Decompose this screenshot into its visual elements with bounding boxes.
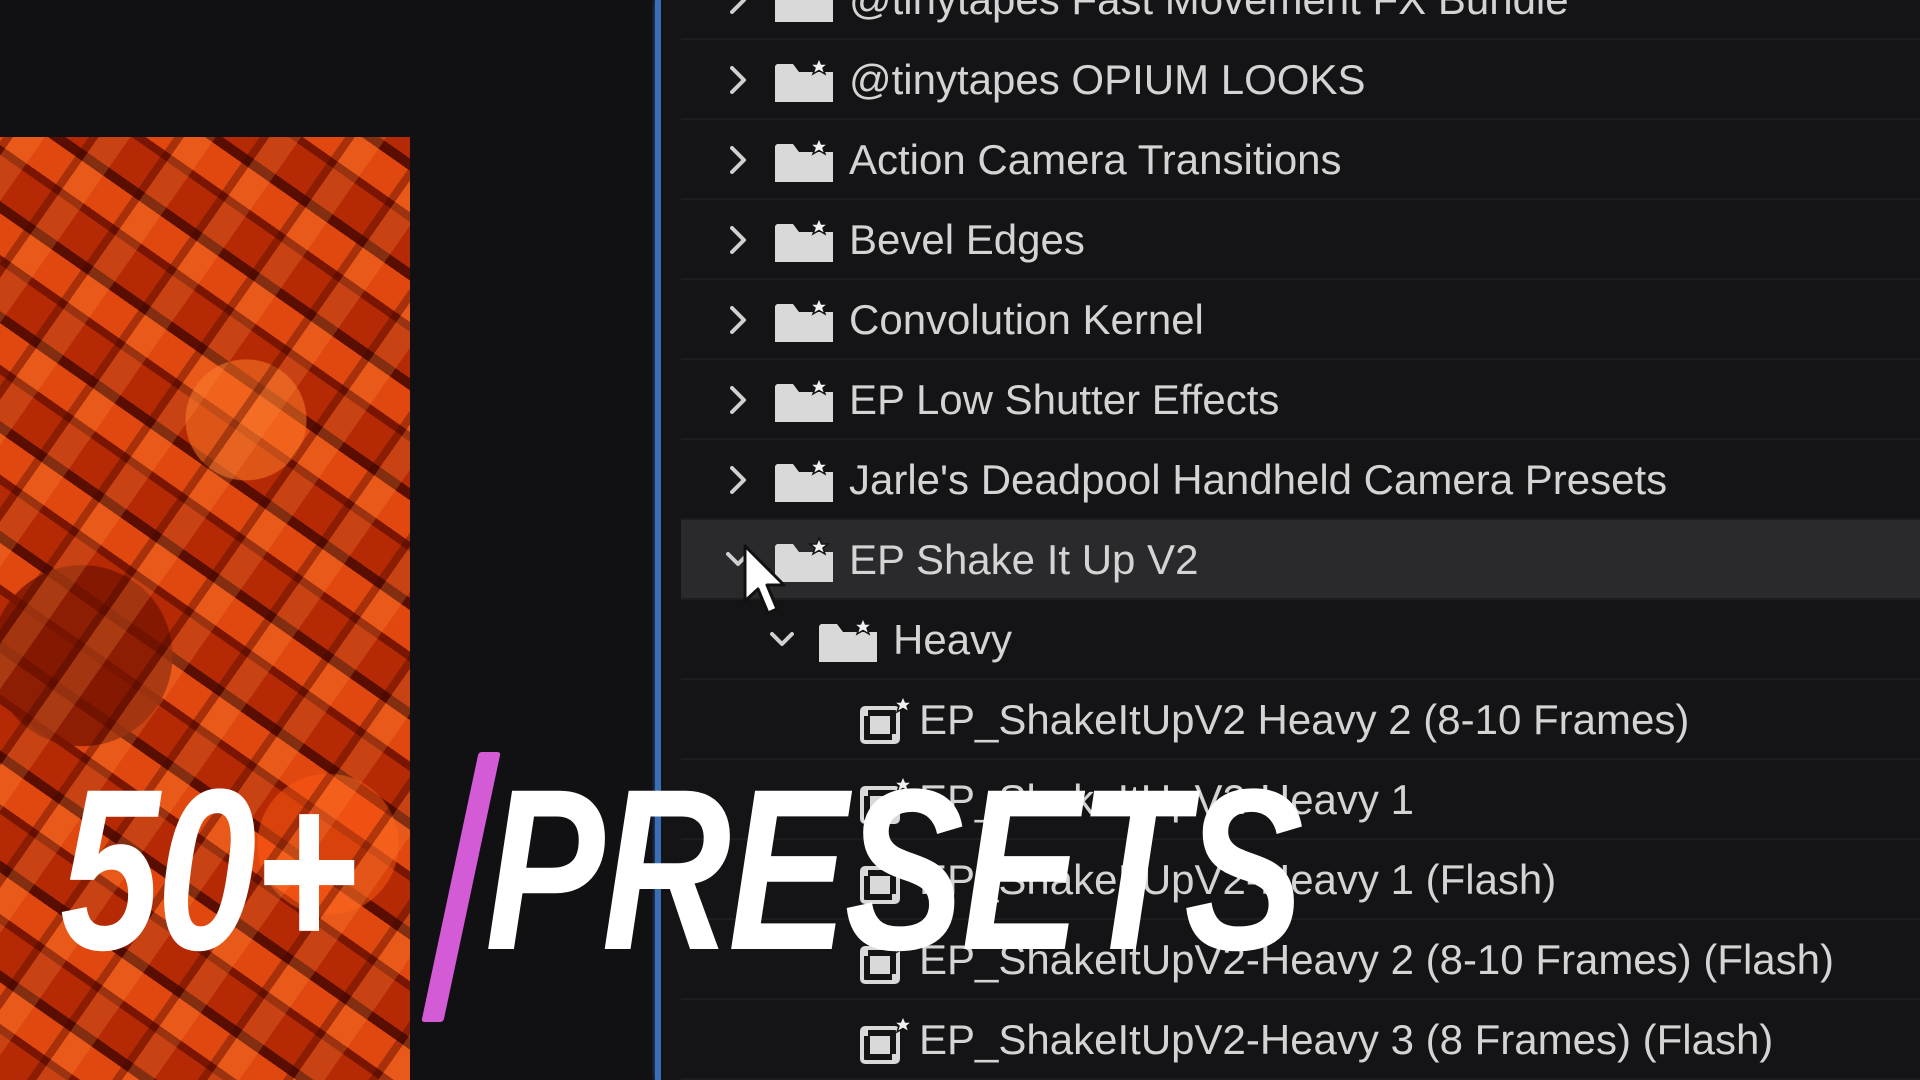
overlay-word-text: PRESETS	[485, 741, 1304, 998]
chevron-right-icon[interactable]	[723, 460, 753, 500]
chevron-right-icon[interactable]	[723, 140, 753, 180]
mouse-pointer-icon	[743, 544, 786, 615]
tree-item-label: Bevel Edges	[849, 216, 1085, 263]
preset-bin-folder-icon	[773, 56, 835, 104]
preset-bin-row[interactable]: Jarle's Deadpool Handheld Camera Presets	[681, 440, 1920, 520]
preset-bin-row[interactable]: @tinytapes OPIUM LOOKS	[681, 40, 1920, 120]
preset-bin-row[interactable]: EP Shake It Up V2	[681, 520, 1920, 600]
chevron-right-icon[interactable]	[723, 60, 753, 100]
preset-bin-folder-icon	[773, 0, 835, 24]
preset-bin-row[interactable]: EP Low Shutter Effects	[681, 360, 1920, 440]
tree-item-label: EP_ShakeItUpV2-Heavy 3 (8 Frames) (Flash…	[919, 1016, 1774, 1063]
tree-item-label: Jarle's Deadpool Handheld Camera Presets	[849, 456, 1668, 503]
preset-bin-folder-icon	[773, 456, 835, 504]
preset-bin-folder-icon	[773, 296, 835, 344]
tree-item-label: EP Shake It Up V2	[849, 536, 1199, 583]
preset-bin-row[interactable]: Convolution Kernel	[681, 280, 1920, 360]
preset-bin-folder-icon	[773, 136, 835, 184]
preset-item-icon	[859, 1014, 915, 1066]
preset-bin-folder-icon	[773, 376, 835, 424]
tree-item-label: EP_ShakeItUpV2 Heavy 2 (8-10 Frames)	[919, 696, 1690, 743]
preset-bin-folder-icon	[817, 616, 879, 664]
overlay-title: 50+ PRESETS	[60, 740, 1304, 1022]
preset-bin-row[interactable]: Heavy	[681, 600, 1920, 680]
preset-bin-row[interactable]: Bevel Edges	[681, 200, 1920, 280]
chevron-right-icon[interactable]	[723, 220, 753, 260]
preset-bin-row[interactable]: @tinytapes Fast Movement FX Bundle	[681, 0, 1920, 40]
overlay-count-text: 50+	[60, 741, 358, 998]
video-frame: @tinytapes Fast Movement FX Bundle @tinyt…	[0, 0, 1920, 1080]
tree-item-label: @tinytapes Fast Movement FX Bundle	[849, 0, 1569, 26]
preset-bin-row[interactable]: Action Camera Transitions	[681, 120, 1920, 200]
preset-row[interactable]: EP_ShakeItUpV2-Heavy 3 (8 Frames) (Flash…	[681, 1000, 1920, 1080]
tree-item-label: EP Low Shutter Effects	[849, 376, 1280, 423]
chevron-right-icon[interactable]	[723, 0, 753, 20]
chevron-right-icon[interactable]	[723, 380, 753, 420]
tree-item-label: Action Camera Transitions	[849, 136, 1342, 183]
preset-item-icon	[859, 694, 915, 746]
tree-item-label: Convolution Kernel	[849, 296, 1204, 343]
chevron-down-icon[interactable]	[767, 620, 797, 660]
tree-item-label: @tinytapes OPIUM LOOKS	[849, 56, 1366, 103]
preset-bin-folder-icon	[773, 216, 835, 264]
tree-item-label: Heavy	[893, 616, 1013, 663]
chevron-right-icon[interactable]	[723, 300, 753, 340]
